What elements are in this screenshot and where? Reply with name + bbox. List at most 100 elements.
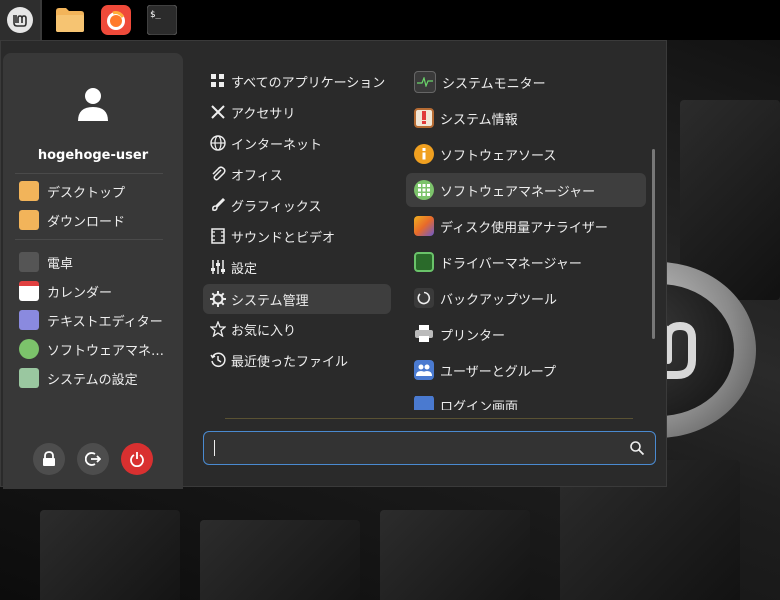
history-icon <box>209 351 227 369</box>
category-favorites[interactable]: お気に入り <box>203 314 391 344</box>
search-divider <box>225 418 633 419</box>
sidebar-separator <box>15 239 163 240</box>
app-users-groups[interactable]: ユーザーとグループ <box>406 353 646 387</box>
category-internet[interactable]: インターネット <box>203 128 391 158</box>
username: hogehoge-user <box>37 148 149 163</box>
app-system-monitor[interactable]: システムモニター <box>406 65 646 99</box>
favorite-label: ソフトウェアマネ… <box>47 343 165 359</box>
power-icon <box>130 452 144 467</box>
terminal-launcher[interactable]: $_ <box>144 2 180 38</box>
menu-sidebar: hogehoge-user デスクトップ ダウンロード 電卓 カレンダー テキス… <box>3 53 183 489</box>
category-recent-files[interactable]: 最近使ったファイル <box>203 345 391 375</box>
tools-icon <box>209 103 227 121</box>
category-preferences[interactable]: 設定 <box>203 252 391 282</box>
favorite-calculator[interactable]: 電卓 <box>15 248 175 276</box>
software-manager-icon <box>414 180 434 200</box>
system-monitor-icon <box>414 71 436 93</box>
app-label: システム情報 <box>440 112 518 128</box>
favorite-label: システムの設定 <box>47 372 138 388</box>
sidebar-separator <box>15 173 163 174</box>
favorite-text-editor[interactable]: テキストエディター <box>15 306 175 334</box>
files-launcher[interactable] <box>52 2 88 38</box>
category-label: アクセサリ <box>231 106 296 122</box>
mint-menu-icon <box>7 7 33 33</box>
category-label: サウンドとビデオ <box>231 230 336 246</box>
app-printers[interactable]: プリンター <box>406 317 646 351</box>
app-label: システムモニター <box>442 76 546 92</box>
favorite-label: デスクトップ <box>47 185 126 201</box>
brush-icon <box>209 196 227 214</box>
category-label: グラフィックス <box>231 199 322 215</box>
wallpaper-tile <box>380 510 530 600</box>
app-label: ユーザーとグループ <box>440 364 556 380</box>
grid-icon <box>209 72 227 90</box>
category-label: 設定 <box>231 261 258 277</box>
favorite-label: カレンダー <box>47 285 113 301</box>
terminal-icon: $_ <box>147 5 177 35</box>
wallpaper-tile <box>40 510 180 600</box>
app-driver-manager[interactable]: ドライバーマネージャー <box>406 245 646 279</box>
users-groups-icon <box>414 360 434 380</box>
app-label: ディスク使用量アナライザー <box>440 220 608 236</box>
category-graphics[interactable]: グラフィックス <box>203 190 391 220</box>
search-input[interactable] <box>215 432 629 464</box>
firefox-launcher[interactable] <box>98 2 134 38</box>
favorite-software-manager[interactable]: ソフトウェアマネ… <box>15 335 175 363</box>
favorite-calendar[interactable]: カレンダー <box>15 277 175 305</box>
favorite-desktop[interactable]: デスクトップ <box>15 177 175 205</box>
folder-desktop-icon <box>19 181 39 201</box>
backup-icon <box>414 288 434 308</box>
category-label: 最近使ったファイル <box>231 354 349 370</box>
user-avatar-icon[interactable] <box>73 83 113 123</box>
search-box[interactable] <box>203 431 656 465</box>
text-editor-icon <box>19 310 39 330</box>
calendar-icon <box>19 281 39 301</box>
disk-usage-icon <box>414 216 434 236</box>
app-software-manager[interactable]: ソフトウェアマネージャー <box>406 173 646 207</box>
folder-icon <box>56 8 84 32</box>
svg-text:$_: $_ <box>150 10 161 20</box>
shutdown-button[interactable] <box>121 443 153 475</box>
app-label: ログイン画面 <box>440 399 519 411</box>
printer-icon <box>414 324 434 344</box>
logout-icon <box>85 452 101 466</box>
category-label: すべてのアプリケーション <box>231 75 386 91</box>
search-icon[interactable] <box>629 440 645 456</box>
menu-button[interactable] <box>0 0 42 40</box>
favorite-downloads[interactable]: ダウンロード <box>15 206 175 234</box>
top-panel: $_ <box>0 0 780 40</box>
lock-screen-button[interactable] <box>33 443 65 475</box>
favorite-label: ダウンロード <box>47 214 126 230</box>
app-label: ソフトウェアマネージャー <box>440 184 596 200</box>
app-label: ソフトウェアソース <box>440 148 557 164</box>
category-office[interactable]: オフィス <box>203 159 391 189</box>
favorite-label: 電卓 <box>47 256 74 272</box>
app-login-window[interactable]: ログイン画面 <box>406 396 646 410</box>
app-backup-tool[interactable]: バックアップツール <box>406 281 646 315</box>
system-settings-icon <box>19 368 39 388</box>
category-sound-video[interactable]: サウンドとビデオ <box>203 221 391 251</box>
category-administration[interactable]: システム管理 <box>203 284 391 314</box>
firefox-icon <box>101 5 131 35</box>
category-label: システム管理 <box>231 293 309 309</box>
app-software-sources[interactable]: ソフトウェアソース <box>406 137 646 171</box>
category-all-applications[interactable]: すべてのアプリケーション <box>203 66 391 96</box>
app-disk-usage-analyzer[interactable]: ディスク使用量アナライザー <box>406 209 646 243</box>
software-manager-icon <box>19 339 39 359</box>
favorite-label: テキストエディター <box>47 314 163 330</box>
app-list-scrollbar[interactable] <box>652 149 655 339</box>
wallpaper-tile <box>200 520 360 600</box>
star-icon <box>209 320 227 338</box>
driver-chip-icon <box>414 252 434 272</box>
login-screen-icon <box>414 396 434 410</box>
folder-download-icon <box>19 210 39 230</box>
category-label: オフィス <box>231 168 283 184</box>
app-system-info[interactable]: システム情報 <box>406 101 646 135</box>
system-info-icon <box>414 108 434 128</box>
gear-icon <box>209 290 227 308</box>
logout-button[interactable] <box>77 443 109 475</box>
app-label: ドライバーマネージャー <box>440 256 582 272</box>
category-accessories[interactable]: アクセサリ <box>203 97 391 127</box>
favorite-system-settings[interactable]: システムの設定 <box>15 364 175 392</box>
calculator-icon <box>19 252 39 272</box>
